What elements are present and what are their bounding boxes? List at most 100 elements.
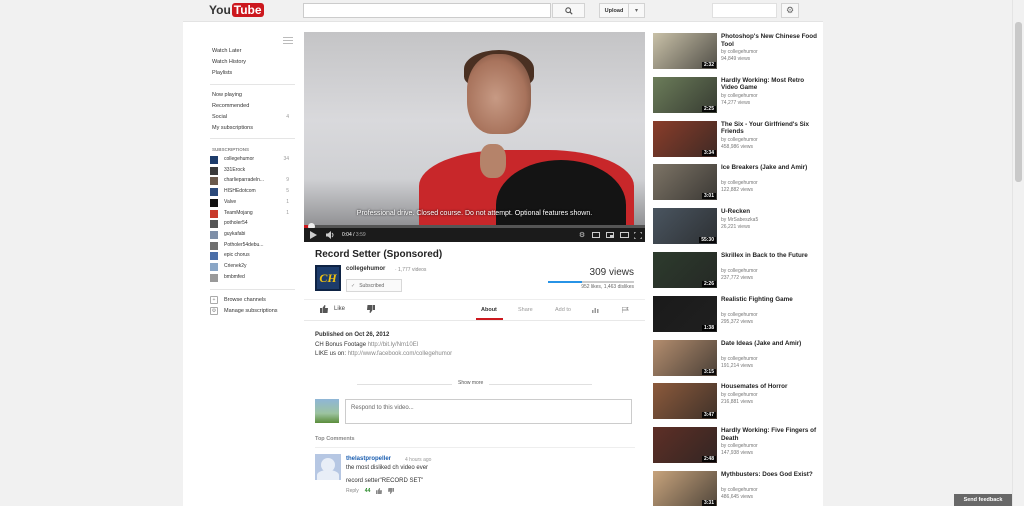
video-thumbnail[interactable]: 2:25 xyxy=(653,76,717,113)
related-video-title[interactable]: Ice Breakers (Jake and Amir) xyxy=(721,164,821,172)
subscription-item[interactable]: collegehumor 34 xyxy=(210,155,295,165)
tab-share[interactable]: Share xyxy=(518,307,533,313)
annotations-button[interactable] xyxy=(589,228,603,242)
subscription-item[interactable]: bmbmfed xyxy=(210,273,295,283)
related-video-title[interactable]: The Six - Your Girlfriend's Six Friends xyxy=(721,121,821,136)
guide-item[interactable]: Playlists xyxy=(212,70,232,76)
description-link[interactable]: http://bit.ly/Nm10El xyxy=(368,342,418,348)
guide-item[interactable]: Now playing xyxy=(212,92,242,98)
related-video-item[interactable]: 3:15 Date Ideas (Jake and Amir) by college… xyxy=(653,339,823,378)
upload-button[interactable]: Upload xyxy=(599,3,629,18)
related-video-item[interactable]: 3:01 Ice Breakers (Jake and Amir) by colle… xyxy=(653,164,823,202)
reply-link[interactable]: Reply xyxy=(346,488,359,494)
related-video-title[interactable]: Photoshop's New Chinese Food Tool xyxy=(721,33,821,48)
settings-button[interactable]: ⚙ xyxy=(781,3,799,18)
video-thumbnail[interactable]: 2:48 xyxy=(653,427,717,464)
volume-button[interactable] xyxy=(322,228,338,242)
video-player[interactable]: Professional drive. Closed course. Do no… xyxy=(304,32,645,242)
related-video-item[interactable]: 2:26 Skrillex in Back to the Future by col… xyxy=(653,252,823,290)
browse-channels-link[interactable]: + Browse channels xyxy=(210,296,266,304)
settings-gear-button[interactable]: ⚙ xyxy=(575,228,589,242)
watch-later-button[interactable] xyxy=(603,228,617,242)
scrollbar-thumb[interactable] xyxy=(1015,22,1022,182)
related-video-channel[interactable]: by collegehumor xyxy=(721,487,758,493)
thumbs-up-icon[interactable] xyxy=(376,488,383,494)
related-video-channel[interactable]: by MrSabeszka5 xyxy=(721,217,758,223)
video-thumbnail[interactable]: 2:32 xyxy=(653,33,717,69)
tab-stats[interactable] xyxy=(592,307,599,315)
related-video-channel[interactable]: by collegehumor xyxy=(721,356,758,362)
tab-about[interactable]: About xyxy=(481,307,497,313)
related-video-item[interactable]: 2:32 Photoshop's New Chinese Food Tool by … xyxy=(653,33,823,71)
related-video-title[interactable]: Housemates of Horror xyxy=(721,383,821,391)
subscribed-button[interactable]: ✓ Subscribed xyxy=(346,279,402,292)
subscription-item[interactable]: HISHEdotcom 5 xyxy=(210,187,295,197)
related-video-item[interactable]: 2:48 Hardly Working: Five Fingers of Deat… xyxy=(653,427,823,465)
related-video-channel[interactable]: by collegehumor xyxy=(721,180,758,186)
subscription-item[interactable]: guykafabi xyxy=(210,230,295,240)
search-input[interactable] xyxy=(303,3,551,18)
related-video-channel[interactable]: by collegehumor xyxy=(721,137,758,143)
related-video-item[interactable]: 55:30 U-Recken by MrSabeszka5 26,221 views xyxy=(653,208,823,246)
guide-item[interactable]: My subscriptions xyxy=(212,125,253,131)
description-link[interactable]: http://www.facebook.com/collegehumor xyxy=(348,351,452,357)
commenter-avatar[interactable] xyxy=(315,454,341,480)
guide-item[interactable]: Recommended xyxy=(212,103,249,109)
related-video-title[interactable]: Hardly Working: Most Retro Video Game xyxy=(721,77,821,92)
subscription-item[interactable]: epic chorus xyxy=(210,251,295,261)
video-thumbnail[interactable]: 3:01 xyxy=(653,164,717,201)
related-video-item[interactable]: 3:47 Housemates of Horror by collegehumor 2… xyxy=(653,383,823,421)
send-feedback-button[interactable]: Send feedback xyxy=(954,494,1012,506)
tab-add-to[interactable]: Add to xyxy=(555,307,571,313)
related-video-channel[interactable]: by collegehumor xyxy=(721,49,758,55)
search-button[interactable] xyxy=(552,3,585,18)
related-video-channel[interactable]: by collegehumor xyxy=(721,268,758,274)
tab-report[interactable] xyxy=(621,306,629,315)
video-thumbnail[interactable]: 3:31 xyxy=(653,471,717,506)
subscription-item[interactable]: Valve 1 xyxy=(210,198,295,208)
manage-subscriptions-link[interactable]: ⚙ Manage subscriptions xyxy=(210,307,278,315)
related-video-title[interactable]: U-Recken xyxy=(721,208,821,216)
subscription-item[interactable]: TeamMojang 1 xyxy=(210,209,295,219)
youtube-logo[interactable]: You Tube xyxy=(209,3,264,17)
related-video-channel[interactable]: by collegehumor xyxy=(721,93,758,99)
guide-item[interactable]: Watch History xyxy=(212,59,246,65)
video-thumbnail[interactable]: 55:30 xyxy=(653,208,717,245)
play-button[interactable] xyxy=(304,228,322,242)
video-thumbnail[interactable]: 1:38 xyxy=(653,295,717,332)
video-thumbnail[interactable]: 3:34 xyxy=(653,120,717,157)
dislike-button[interactable] xyxy=(367,305,375,315)
upload-dropdown-button[interactable]: ▾ xyxy=(629,3,645,18)
video-thumbnail[interactable]: 3:15 xyxy=(653,339,717,376)
channel-name[interactable]: collegehumor xyxy=(346,266,385,272)
related-video-channel[interactable]: by collegehumor xyxy=(721,443,758,449)
channel-avatar[interactable]: CH xyxy=(315,265,341,291)
related-video-title[interactable]: Realistic Fighting Game xyxy=(721,296,821,304)
video-thumbnail[interactable]: 2:26 xyxy=(653,252,717,288)
related-video-item[interactable]: 3:34 The Six - Your Girlfriend's Six Frie… xyxy=(653,120,823,159)
related-video-channel[interactable]: by collegehumor xyxy=(721,392,758,398)
guide-item[interactable]: Watch Later xyxy=(212,48,241,54)
thumbs-down-icon[interactable] xyxy=(388,488,395,494)
related-video-item[interactable]: 1:38 Realistic Fighting Game by collegehum… xyxy=(653,295,823,334)
video-thumbnail[interactable]: 3:47 xyxy=(653,383,717,420)
subscription-item[interactable]: 331Erock xyxy=(210,166,295,176)
account-area[interactable] xyxy=(712,3,777,18)
related-video-channel[interactable]: by collegehumor xyxy=(721,312,758,318)
show-more-button[interactable]: Show more xyxy=(452,380,490,386)
guide-menu-icon[interactable] xyxy=(283,35,293,46)
subscription-item[interactable]: Crienek2y xyxy=(210,262,295,272)
related-video-title[interactable]: Date Ideas (Jake and Amir) xyxy=(721,340,821,348)
related-video-item[interactable]: 2:25 Hardly Working: Most Retro Video Gam… xyxy=(653,76,823,115)
related-video-title[interactable]: Skrillex in Back to the Future xyxy=(721,252,821,260)
guide-item[interactable]: Social xyxy=(212,114,227,120)
related-video-item[interactable]: 3:31 Mythbusters: Does God Exist? by colle… xyxy=(653,471,823,506)
subscription-item[interactable]: potholer54 xyxy=(210,219,295,229)
comment-input[interactable]: Respond to this video... xyxy=(345,399,632,424)
subscription-item[interactable]: Potholer54debu... xyxy=(210,241,295,251)
fullscreen-button[interactable] xyxy=(631,228,645,242)
user-avatar[interactable] xyxy=(210,33,258,43)
related-video-title[interactable]: Hardly Working: Five Fingers of Death xyxy=(721,427,821,442)
related-video-title[interactable]: Mythbusters: Does God Exist? xyxy=(721,471,821,479)
comment-author[interactable]: thelastpropeller xyxy=(346,456,391,462)
